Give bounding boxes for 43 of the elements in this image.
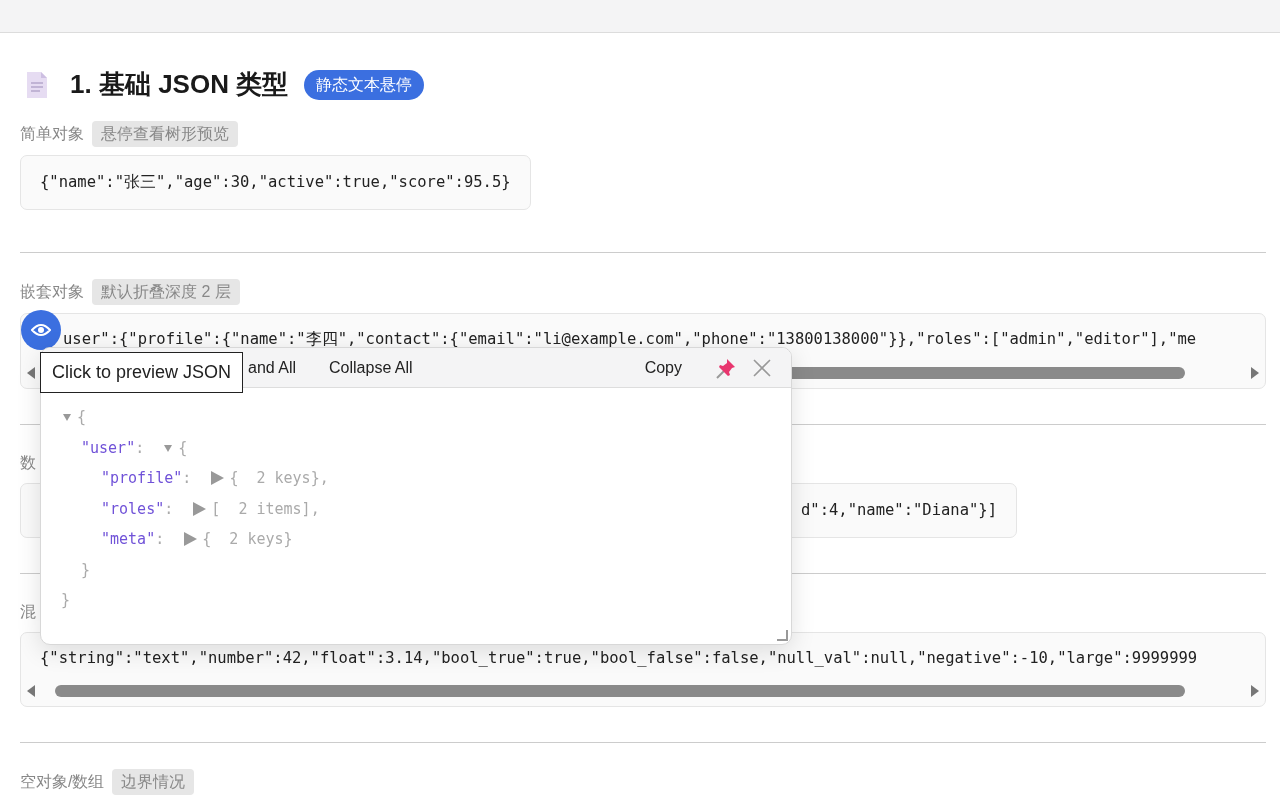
scroll-right-icon[interactable] [1251,685,1259,697]
json-summary: [ 2 items], [211,498,320,520]
json-colon: : [155,529,165,550]
code-text: d":4,"name":"Diana"}] [801,499,997,521]
section-label: 嵌套对象 [20,282,84,303]
json-bracket: { [178,437,188,459]
section-label: 数 [20,452,36,473]
eye-icon [31,323,51,337]
pin-icon[interactable] [715,356,737,379]
close-icon[interactable] [753,358,771,377]
json-colon: : [182,468,192,489]
badge: 静态文本悬停 [304,70,425,100]
json-key: "meta" [101,528,156,551]
json-colon: : [135,437,145,459]
json-key: "roles" [101,497,165,520]
toolbar-button[interactable]: Collapse All [329,353,413,382]
json-key: "user" [81,436,136,459]
code-text: {"name":"张三","age":30,"active":true,"score":95.5} [40,172,511,193]
json-bracket: } [61,590,71,611]
json-summary: { 2 keys}, [229,468,329,489]
scroll-right-icon[interactable] [1251,366,1259,379]
resize-handle-icon[interactable] [776,629,788,641]
scroll-thumb[interactable] [55,685,1185,697]
tag: 默认折叠深度 2 层 [92,279,240,306]
tooltip: Click to preview JSON [40,352,244,393]
section-label: 空对象/数组 [20,772,105,792]
json-key: "profile" [101,467,183,490]
document-icon [26,71,48,99]
toolbar-button[interactable]: and All [248,353,297,382]
tag: 悬停查看树形预览 [92,121,238,147]
section-label: 简单对象 [20,124,84,144]
json-bracket: { [77,407,87,428]
json-summary: { 2 keys} [202,529,293,550]
json-colon: : [164,498,174,520]
json-bracket: } [81,559,91,581]
tag: 边界情况 [112,769,195,795]
scroll-left-icon[interactable] [27,366,35,379]
scroll-left-icon[interactable] [27,685,35,697]
section-title: 1. 基础 JSON 类型 [70,69,289,101]
code-text: {"string":"text","number":42,"float":3.14,"bool_true":true,"bool_false":false,"null_val":null,"negative":-10,"large":9999999 [40,647,1199,669]
code-text: user":{"profile":{"name":"李四","contact":{"email":"li@example.com","phone":"13800138000"}},"roles":["admin","editor"],"me [63,329,1198,351]
section-label: 混 [20,601,36,622]
copy-button[interactable]: Copy [644,353,682,382]
